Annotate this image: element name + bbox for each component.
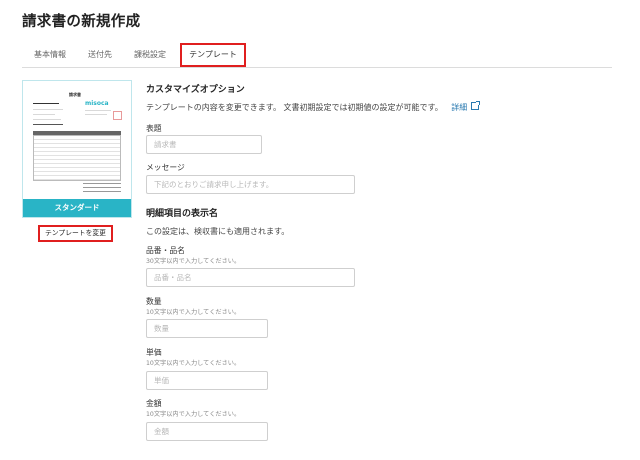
detail-link-label: 詳細 (451, 103, 468, 112)
template-name-band: スタンダード (23, 199, 131, 217)
template-thumbnail[interactable]: 請求書 misoca スタンダード (22, 80, 132, 218)
unit-price-label: 単価 (146, 348, 162, 357)
item-name-input[interactable] (146, 268, 355, 287)
message-field-label: メッセージ (146, 163, 185, 172)
invoice-preview: 請求書 misoca (29, 87, 125, 199)
item-names-note: この設定は、検収書にも適用されます。 (146, 227, 290, 236)
unit-price-hint: 10文字以内で入力してください。 (146, 360, 241, 367)
quantity-input[interactable] (146, 319, 268, 338)
tab-basic-info[interactable]: 基本情報 (22, 43, 78, 66)
page-title: 請求書の新規作成 (22, 14, 141, 30)
item-name-hint: 30文字以内で入力してください。 (146, 258, 241, 265)
quantity-label: 数量 (146, 297, 162, 306)
preview-logo: misoca (85, 100, 109, 107)
stamp-icon (113, 111, 122, 120)
tab-template[interactable]: テンプレート (180, 43, 246, 67)
message-input[interactable] (146, 175, 355, 194)
preview-doc-title: 請求書 (69, 92, 81, 97)
change-template-button[interactable]: テンプレートを変更 (38, 225, 113, 242)
customize-description: テンプレートの内容を変更できます。 文書初期設定では初期値の設定が可能です。 詳… (146, 101, 481, 113)
amount-label: 金額 (146, 399, 162, 408)
quantity-hint: 10文字以内で入力してください。 (146, 309, 241, 316)
tab-recipient[interactable]: 送付先 (78, 43, 122, 66)
customize-heading: カスタマイズオプション (146, 85, 245, 95)
amount-input[interactable] (146, 422, 268, 441)
title-field-label: 表題 (146, 124, 162, 133)
item-names-heading: 明細項目の表示名 (146, 209, 219, 219)
external-link-icon (471, 101, 481, 110)
item-name-label: 品番・品名 (146, 246, 185, 255)
detail-link[interactable]: 詳細 (451, 101, 481, 112)
title-input[interactable] (146, 135, 262, 154)
tab-bar: 基本情報 送付先 課税設定 テンプレート (22, 43, 612, 68)
description-text: テンプレートの内容を変更できます。 文書初期設定では初期値の設定が可能です。 (146, 103, 443, 112)
unit-price-input[interactable] (146, 371, 268, 390)
tab-tax-settings[interactable]: 課税設定 (125, 43, 175, 66)
amount-hint: 10文字以内で入力してください。 (146, 411, 241, 418)
